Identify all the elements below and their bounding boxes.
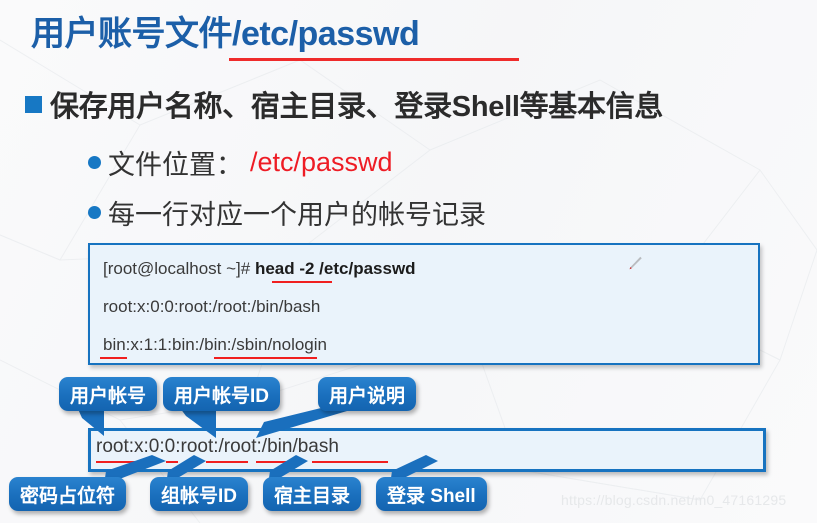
sub-bullet-label: 文件位置：: [108, 150, 243, 180]
underline-field-shell: [312, 461, 388, 463]
callout-label: 用户帐号ID: [174, 385, 270, 407]
pen-cursor-icon: [629, 256, 642, 270]
title-red-underline: [229, 58, 519, 61]
terminal-output-line-2: bin:x:1:1:bin:/bin:/sbin/nologin: [103, 335, 327, 354]
terminal-prompt: [root@localhost ~]#: [103, 259, 251, 278]
callout-label: 用户说明: [329, 385, 406, 407]
callout-password-placeholder[interactable]: 密码占位符: [9, 477, 127, 511]
callout-home-directory[interactable]: 宿主目录: [263, 477, 362, 511]
dot-bullet-icon: [88, 206, 101, 219]
callout-user-account[interactable]: 用户帐号: [59, 377, 158, 411]
callout-label: 宿主目录: [274, 485, 351, 507]
callout-label: 登录 Shell: [387, 485, 476, 507]
callout-user-account-id[interactable]: 用户帐号ID: [163, 377, 281, 411]
terminal-command: head -2 /etc/passwd: [254, 259, 416, 278]
terminal-command-line: [root@localhost ~]# head -2 /etc/passwd: [103, 259, 416, 279]
page-title: 用户账号文件/etc/passwd: [31, 15, 420, 53]
terminal-output-line-1: root:x:0:0:root:/root:/bin/bash: [103, 297, 321, 316]
underline-sbin-nologin: [214, 357, 317, 359]
callout-label: 组帐号ID: [161, 485, 238, 507]
callout-label: 用户帐号: [70, 385, 147, 407]
dot-bullet-icon: [88, 156, 101, 169]
sub-bullet-label: 每一行对应一个用户的帐号记录: [108, 200, 486, 230]
callout-label: 密码占位符: [20, 485, 116, 507]
callout-login-shell[interactable]: 登录 Shell: [376, 477, 487, 511]
main-bullet: 保存用户名称、宿主目录、登录Shell等基本信息: [25, 83, 663, 125]
slide-canvas: 用户账号文件/etc/passwd 保存用户名称、宿主目录、登录Shell等基本…: [0, 0, 817, 523]
sub-bullet-record-per-line: 每一行对应一个用户的帐号记录: [88, 193, 486, 232]
sub-bullet-file-location: 文件位置： /etc/passwd: [88, 143, 393, 182]
watermark-text: https://blog.csdn.net/m0_47161295: [561, 492, 787, 508]
sub-bullet-value: /etc/passwd: [250, 147, 393, 177]
main-bullet-label: 保存用户名称、宿主目录、登录Shell等基本信息: [50, 91, 664, 123]
terminal-output-box: [root@localhost ~]# head -2 /etc/passwd …: [88, 243, 760, 365]
underline-bin-user: [100, 357, 127, 359]
callout-user-comment[interactable]: 用户说明: [318, 377, 417, 411]
square-bullet-icon: [25, 95, 42, 113]
underline-head-command: [272, 281, 332, 283]
callout-group-account-id[interactable]: 组帐号ID: [150, 477, 249, 511]
